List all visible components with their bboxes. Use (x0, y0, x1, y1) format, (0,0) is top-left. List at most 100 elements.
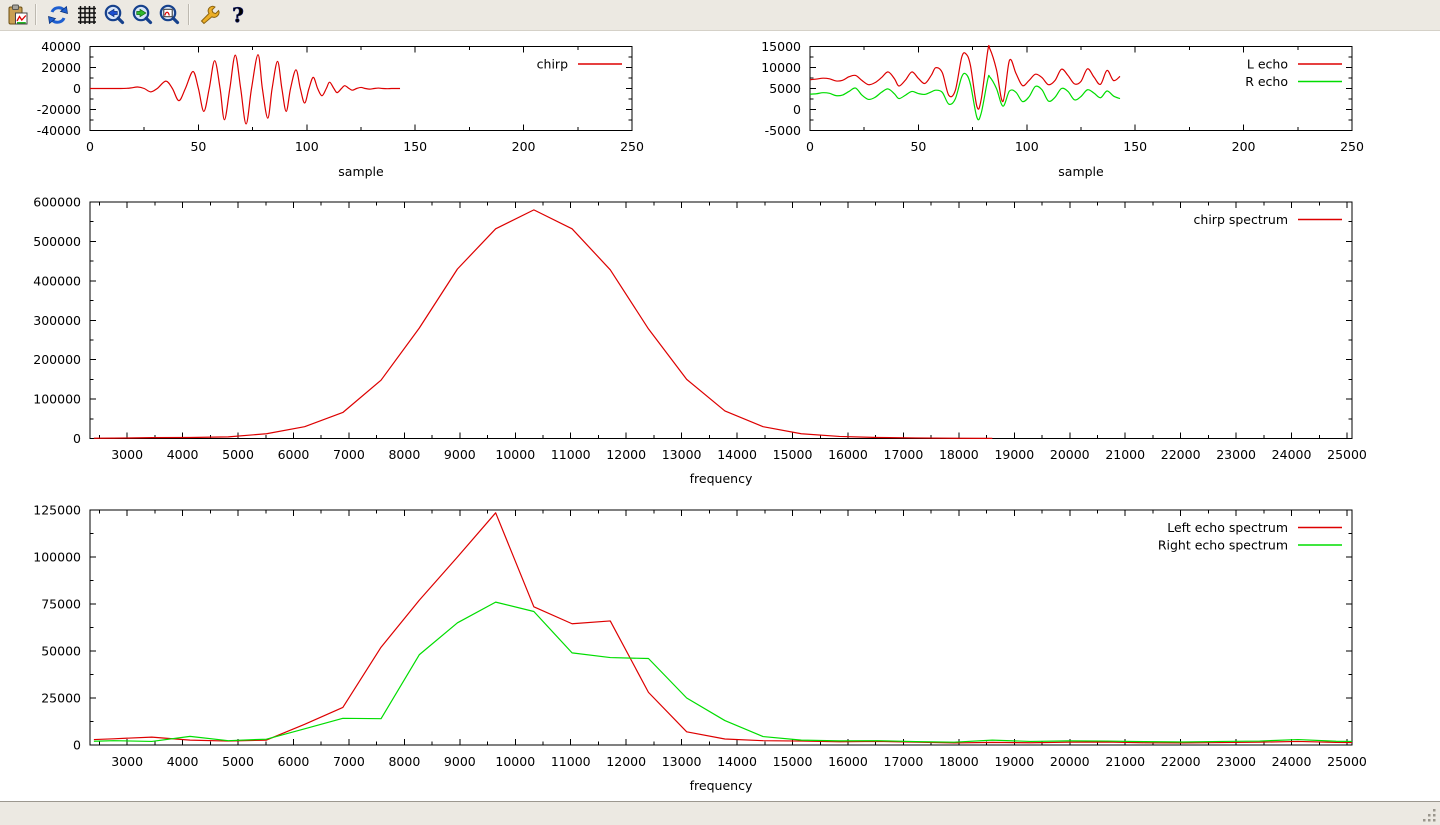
y-tick-label: 500000 (33, 234, 81, 249)
x-tick-label: 22000 (1161, 447, 1201, 462)
y-tick-label: -20000 (37, 102, 81, 117)
help-glyph: ? (232, 3, 244, 27)
zoom-next-button[interactable] (129, 2, 155, 28)
x-axis-label: sample (1058, 164, 1104, 179)
x-tick-label: 50 (190, 139, 206, 154)
x-tick-label: 24000 (1272, 447, 1312, 462)
plot-echo-spectra[interactable]: 3000 4000 5000 6000 7000 8000 9000 10000 11000 12… (33, 503, 1367, 794)
x-tick-label: 9000 (444, 754, 476, 769)
y-tick-label: -5000 (765, 123, 801, 138)
y-tick-label: 40000 (41, 39, 81, 54)
zoom-previous-icon (102, 3, 126, 27)
toolbar-separator (188, 4, 190, 25)
x-tick-label: 6000 (278, 754, 310, 769)
gnuplot-window: ? 050100150200250-40000-2000002000040000… (0, 0, 1440, 825)
replot-icon (46, 3, 70, 27)
plot-echo-signals[interactable]: 050100150200250-5000050001000015000sampl… (761, 39, 1364, 179)
x-tick-label: 13000 (662, 754, 702, 769)
x-tick-label: 17000 (884, 754, 924, 769)
x-tick-label: 10000 (495, 754, 535, 769)
x-tick-label: 25000 (1327, 754, 1367, 769)
x-tick-label: 0 (806, 139, 814, 154)
x-tick-label: 250 (1340, 139, 1364, 154)
x-tick-label: 23000 (1216, 447, 1256, 462)
y-tick-label: 100000 (33, 392, 81, 407)
x-tick-label: 10000 (495, 447, 535, 462)
x-tick-label: 150 (403, 139, 427, 154)
y-tick-label: 0 (73, 431, 81, 446)
x-tick-label: 15000 (773, 754, 813, 769)
grid-button[interactable] (74, 2, 100, 28)
y-tick-label: 0 (73, 738, 81, 753)
x-tick-label: 7000 (333, 754, 365, 769)
x-tick-label: 15000 (773, 447, 813, 462)
x-tick-label: 14000 (717, 754, 757, 769)
x-tick-label: 250 (620, 139, 644, 154)
x-tick-label: 50 (910, 139, 926, 154)
series-line-right-echo-spectrum (94, 602, 1352, 742)
x-axis-label: frequency (690, 471, 753, 486)
y-tick-label: 5000 (769, 81, 801, 96)
x-tick-label: 8000 (388, 754, 420, 769)
help-button[interactable]: ? (225, 2, 251, 28)
x-axis-label: frequency (690, 778, 753, 793)
series-line-chirp-spectrum (94, 210, 992, 439)
y-tick-label: 0 (73, 81, 81, 96)
autoscale-icon (157, 3, 181, 27)
x-tick-label: 4000 (167, 447, 199, 462)
x-tick-label: 16000 (828, 447, 868, 462)
x-tick-label: 19000 (994, 754, 1034, 769)
x-tick-label: 100 (295, 139, 319, 154)
y-tick-label: 25000 (41, 691, 81, 706)
y-tick-label: 10000 (761, 60, 801, 75)
plot-chirp-signal[interactable]: 050100150200250-40000-2000002000040000sa… (37, 39, 644, 179)
x-tick-label: 9000 (444, 447, 476, 462)
copy-plot-button[interactable] (5, 2, 31, 28)
x-tick-label: 200 (1232, 139, 1256, 154)
resize-grip-icon[interactable] (1422, 808, 1437, 823)
x-tick-label: 8000 (388, 447, 420, 462)
y-tick-label: 200000 (33, 352, 81, 367)
zoom-previous-button[interactable] (101, 2, 127, 28)
y-tick-label: 15000 (761, 39, 801, 54)
x-tick-label: 25000 (1327, 447, 1367, 462)
axis-box (90, 202, 1352, 439)
legend-label: Right echo spectrum (1158, 538, 1288, 553)
x-tick-label: 23000 (1216, 754, 1256, 769)
x-tick-label: 11000 (551, 754, 591, 769)
x-tick-label: 12000 (606, 447, 646, 462)
x-tick-label: 3000 (111, 754, 143, 769)
series-line-chirp (90, 55, 400, 124)
x-tick-label: 5000 (222, 447, 254, 462)
x-tick-label: 20000 (1050, 447, 1090, 462)
x-tick-label: 18000 (939, 447, 979, 462)
x-tick-label: 4000 (167, 754, 199, 769)
y-tick-label: 75000 (41, 597, 81, 612)
x-tick-label: 150 (1123, 139, 1147, 154)
x-tick-label: 14000 (717, 447, 757, 462)
x-tick-label: 11000 (551, 447, 591, 462)
autoscale-button[interactable] (156, 2, 182, 28)
x-tick-label: 20000 (1050, 754, 1090, 769)
series-line-r-echo (810, 73, 1120, 119)
plot-area: 050100150200250-40000-2000002000040000sa… (0, 31, 1440, 801)
zoom-next-icon (130, 3, 154, 27)
plot-chirp-spectrum[interactable]: 3000400050006000700080009000100001100012… (33, 195, 1367, 487)
y-tick-label: 125000 (33, 503, 81, 518)
x-tick-label: 17000 (884, 447, 924, 462)
x-tick-label: 18000 (939, 754, 979, 769)
status-bar (0, 801, 1440, 825)
x-axis-label: sample (338, 164, 384, 179)
y-tick-label: 50000 (41, 644, 81, 659)
config-button[interactable] (197, 2, 223, 28)
plot-canvas[interactable]: 050100150200250-40000-2000002000040000sa… (0, 31, 1440, 801)
axis-ticks (90, 202, 1352, 439)
x-tick-label: 6000 (278, 447, 310, 462)
x-tick-label: 24000 (1272, 754, 1312, 769)
x-tick-label: 100 (1015, 139, 1039, 154)
x-tick-label: 5000 (222, 754, 254, 769)
legend-label: chirp spectrum (1194, 212, 1288, 227)
x-tick-label: 21000 (1105, 754, 1145, 769)
replot-button[interactable] (45, 2, 71, 28)
legend-label: chirp (537, 57, 568, 72)
